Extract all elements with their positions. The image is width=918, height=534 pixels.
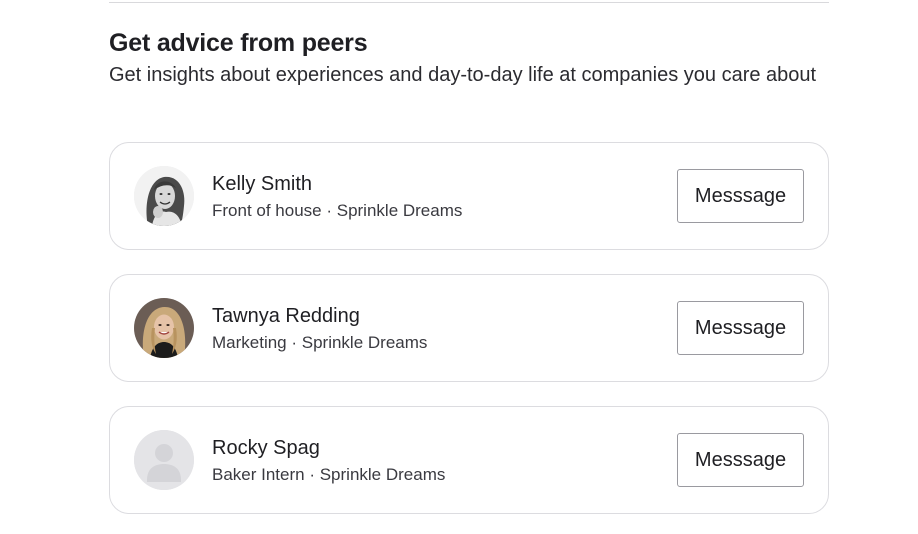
peer-role-company: Front of house · Sprinkle Dreams (212, 201, 463, 220)
section-title: Get advice from peers (109, 29, 368, 57)
avatar-photo-tawnya (134, 298, 194, 358)
section-subtitle: Get insights about experiences and day-t… (109, 64, 817, 86)
peer-card: Rocky Spag Baker Intern · Sprinkle Dream… (109, 406, 829, 514)
peer-name[interactable]: Kelly Smith (212, 171, 312, 197)
peer-name[interactable]: Tawnya Redding (212, 303, 360, 329)
peers-section-header: Get advice from peers Get insights about… (109, 28, 829, 90)
peer-card: Tawnya Redding Marketing · Sprinkle Drea… (109, 274, 829, 382)
message-button[interactable]: Messsage (677, 169, 804, 223)
message-button[interactable]: Messsage (677, 301, 804, 355)
top-divider (109, 2, 829, 3)
peer-role-company: Marketing · Sprinkle Dreams (212, 333, 428, 352)
avatar[interactable] (134, 430, 194, 490)
peer-role-company: Baker Intern · Sprinkle Dreams (212, 465, 446, 484)
avatar[interactable] (134, 166, 194, 226)
avatar[interactable] (134, 298, 194, 358)
default-user-icon (134, 430, 194, 490)
avatar-photo-kelly (134, 166, 194, 226)
peer-name[interactable]: Rocky Spag (212, 435, 320, 461)
message-button[interactable]: Messsage (677, 433, 804, 487)
peer-card: Kelly Smith Front of house · Sprinkle Dr… (109, 142, 829, 250)
